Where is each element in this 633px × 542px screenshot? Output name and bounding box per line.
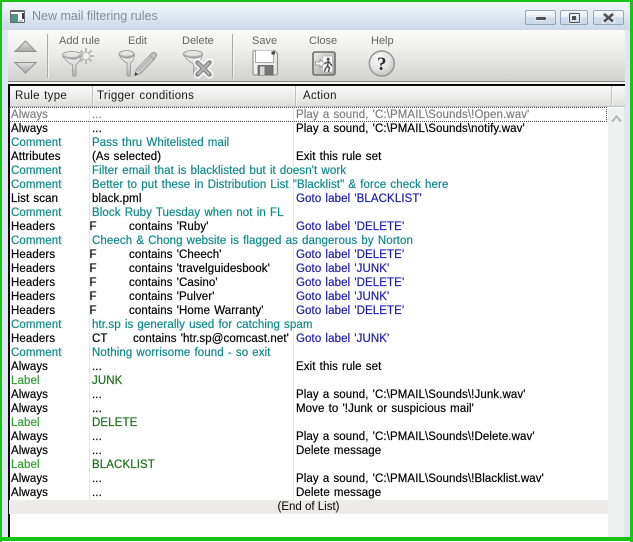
svg-text:?: ? <box>377 54 387 75</box>
